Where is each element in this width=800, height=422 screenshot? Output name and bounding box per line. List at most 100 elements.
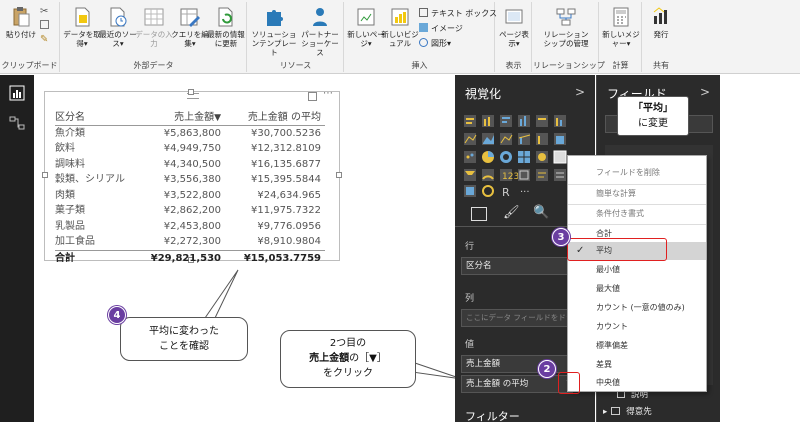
partner-showcase-label: パートナーショーケース xyxy=(301,30,339,57)
partner-showcase-button[interactable]: パートナーショーケース xyxy=(298,4,342,57)
table-row: 魚介類 ¥5,863,800 ¥30,700.5236 xyxy=(55,126,325,142)
menu-item-std-dev[interactable]: 標準偏差 xyxy=(568,337,706,355)
resize-handle-icon[interactable] xyxy=(336,172,342,178)
menu-item-conditional-format[interactable]: 条件付き書式 xyxy=(568,204,706,222)
shapes-button[interactable]: 図形▾ xyxy=(419,38,451,49)
collapse-fields-icon[interactable]: > xyxy=(700,85,710,99)
image-icon xyxy=(419,23,428,32)
cell-category: 肉類 xyxy=(55,189,75,201)
cell-category: 魚介類 xyxy=(55,127,85,139)
ribbon-group-calculation: 新しいメジャー▾ 計算 xyxy=(600,2,642,72)
text-box-button[interactable]: テキスト ボックス xyxy=(419,8,497,19)
column-header-sales-average[interactable]: 売上金額 の平均 xyxy=(221,110,321,126)
person-icon xyxy=(313,8,327,26)
table-visual[interactable]: ⋯ 区分名 売上金額▼ 売上金額 の平均 魚介類 ¥5,863,800 ¥30,70… xyxy=(42,88,342,264)
step-4-badge: 4 xyxy=(108,306,126,324)
sort-desc-icon: ▼ xyxy=(214,113,221,123)
values-well-field-sales[interactable]: 売上金額 xyxy=(461,355,573,373)
ribbon-group-external-data: データを取得▾ 最近のソース▾ データの入力 クエリを編集▾ 最新の情報に更新 … xyxy=(61,2,247,72)
enter-data-button[interactable]: データの入力 xyxy=(135,4,173,56)
get-data-button[interactable]: データを取得▾ xyxy=(63,4,101,56)
cell-category: 調味料 xyxy=(55,158,85,170)
column-header-sales[interactable]: 売上金額▼ xyxy=(141,110,221,127)
manage-relationships-button[interactable]: リレーションシップの管理 xyxy=(541,4,591,56)
calculator-icon xyxy=(613,7,629,27)
shapes-label: 図形▾ xyxy=(431,39,452,48)
external-data-group-label: 外部データ xyxy=(133,61,174,70)
refresh-label: 最新の情報に更新 xyxy=(207,30,245,48)
publish-button[interactable]: 発行 xyxy=(643,4,679,56)
cell-sales-average: ¥16,135.6877 xyxy=(251,158,321,170)
recent-sources-label: 最近のソース▾ xyxy=(99,30,137,48)
image-button[interactable]: イメージ xyxy=(419,23,463,34)
cut-icon[interactable]: ✂ xyxy=(40,6,48,17)
menu-item-count[interactable]: カウント xyxy=(568,318,706,336)
callout-2-rest: の［▼］ xyxy=(349,353,387,364)
callout-2-line2: 売上金額の［▼］ xyxy=(281,351,415,366)
new-page-button[interactable]: 新しいページ▾ xyxy=(347,4,385,56)
new-visual-button[interactable]: 新しいビジュアル xyxy=(381,4,419,56)
fields-tab-icon[interactable] xyxy=(471,207,487,221)
view-switcher-rail xyxy=(0,75,34,422)
menu-item-min[interactable]: 最小値 xyxy=(568,261,706,279)
enter-data-label: データの入力 xyxy=(135,30,173,48)
rows-well-field[interactable]: 区分名 xyxy=(461,257,573,275)
cell-sales: ¥2,862,200 xyxy=(163,205,221,216)
callout-2-line1: 2つ目の xyxy=(329,338,367,349)
values-well-field-sales-average[interactable]: 売上金額 の平均 xyxy=(461,375,573,393)
focus-mode-icon[interactable] xyxy=(308,92,317,101)
report-view-icon[interactable] xyxy=(9,85,25,101)
columns-well-drop-zone[interactable]: ここにデータ フィールドをドラッグします xyxy=(461,309,573,327)
menu-item-variance[interactable]: 差異 xyxy=(568,356,706,374)
menu-item-count-distinct[interactable]: カウント (一意の値のみ) xyxy=(568,299,706,317)
share-group-label: 共有 xyxy=(653,61,669,70)
copy-icon[interactable] xyxy=(40,20,49,29)
resize-handle-icon[interactable] xyxy=(188,89,194,95)
format-painter-icon[interactable]: ✎ xyxy=(40,34,48,45)
refresh-icon xyxy=(218,7,233,27)
cell-total-sales-average: ¥15,053.7759 xyxy=(243,252,321,264)
column-header-category[interactable]: 区分名 xyxy=(55,110,141,126)
menu-item-max[interactable]: 最大値 xyxy=(568,280,706,298)
puzzle-icon xyxy=(267,10,283,26)
collapse-visualizations-icon[interactable]: > xyxy=(575,85,585,99)
paste-label: 貼り付け xyxy=(6,30,36,39)
more-options-icon[interactable]: ⋯ xyxy=(323,88,333,99)
average-highlight-box xyxy=(567,238,667,261)
resources-group-label: リソース xyxy=(279,61,312,70)
clipboard-group-label: クリップボード xyxy=(1,61,58,70)
format-tab-icon[interactable]: 🖌 xyxy=(503,205,520,220)
solution-templates-label: ソリューションテンプレート xyxy=(251,30,297,57)
menu-item-remove-field[interactable]: フィールドを削除 xyxy=(568,164,706,182)
svg-text:R: R xyxy=(502,186,510,197)
ribbon: 貼り付け ✂ ✎ クリップボード データを取得▾ 最近のソース▾ データの入力 … xyxy=(0,0,800,74)
table-row: 調味料 ¥4,340,500 ¥16,135.6877 xyxy=(55,157,325,173)
new-visual-icon xyxy=(391,8,409,26)
callout-4-line1: 平均に変わった xyxy=(149,326,219,337)
edit-queries-label: クエリを編集▾ xyxy=(171,30,209,48)
recent-sources-button[interactable]: 最近のソース▾ xyxy=(99,4,137,56)
page-view-button[interactable]: ページ表示▾ xyxy=(496,4,532,56)
new-measure-button[interactable]: 新しいメジャー▾ xyxy=(602,4,640,56)
refresh-button[interactable]: 最新の情報に更新 xyxy=(207,4,245,56)
solution-templates-button[interactable]: ソリューションテンプレート xyxy=(250,4,298,57)
paste-button[interactable]: 貼り付け xyxy=(2,4,40,56)
manage-relationships-label: リレーションシップの管理 xyxy=(543,30,589,48)
filters-title: フィルター xyxy=(465,410,520,422)
relationships-view-icon[interactable] xyxy=(9,115,25,131)
callout-4-line2: ことを確認 xyxy=(159,341,209,352)
cell-sales: ¥4,340,500 xyxy=(163,158,221,170)
analytics-tab-icon[interactable]: 🔍 xyxy=(533,205,549,220)
field-table-customers[interactable]: ▸ 得意先 xyxy=(603,405,652,417)
menu-item-quick-calc[interactable]: 簡単な計算 xyxy=(568,184,706,202)
menu-item-median[interactable]: 中央値 xyxy=(568,374,706,392)
paste-icon xyxy=(13,7,30,27)
cell-category: 乳製品 xyxy=(55,220,85,232)
cell-sales: ¥2,453,800 xyxy=(163,220,221,232)
publish-icon xyxy=(653,7,667,24)
values-well-label: 値 xyxy=(465,340,475,350)
insert-group-label: 挿入 xyxy=(411,61,428,70)
table-row: 肉類 ¥3,522,800 ¥24,634.965 xyxy=(55,188,325,204)
resize-handle-icon[interactable] xyxy=(42,172,48,178)
edit-queries-button[interactable]: クエリを編集▾ xyxy=(171,4,209,56)
